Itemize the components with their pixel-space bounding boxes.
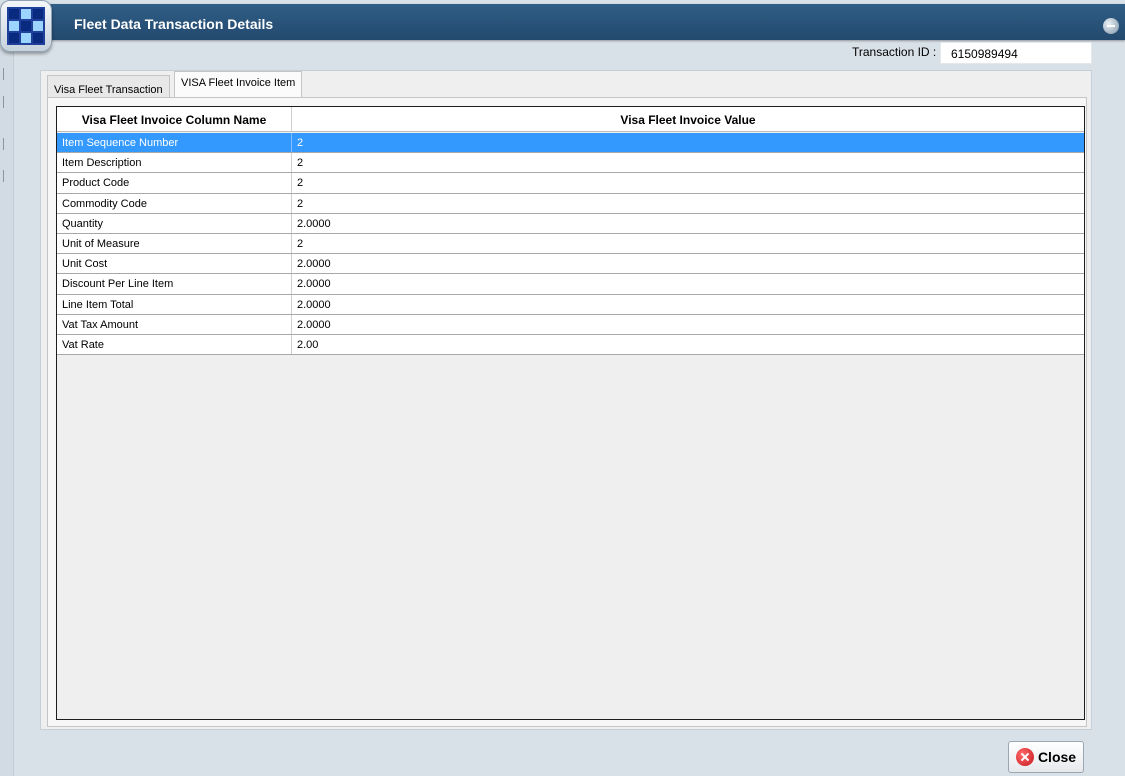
row-value-cell: 2.00 xyxy=(297,338,319,351)
row-name-cell: Product Code xyxy=(57,173,292,193)
close-button[interactable]: Close xyxy=(1008,741,1084,773)
row-value-cell: 2.0000 xyxy=(297,278,331,291)
table-row[interactable]: Item Sequence Number 2 xyxy=(57,133,1084,154)
row-name-cell: Quantity xyxy=(57,213,292,233)
details-panel: Visa Fleet Transaction VISA Fleet Invoic… xyxy=(40,70,1092,730)
row-value-cell: 2.0000 xyxy=(297,258,331,271)
column-header-value[interactable]: Visa Fleet Invoice Value xyxy=(292,107,1084,131)
invoice-grid[interactable]: Visa Fleet Invoice Column Name Visa Flee… xyxy=(56,106,1085,720)
row-name-cell: Discount Per Line Item xyxy=(57,274,292,294)
grid-rows: Item Sequence Number 2 Item Description … xyxy=(57,133,1084,356)
minimize-icon[interactable] xyxy=(1103,18,1119,34)
table-row[interactable]: Unit Cost 2.0000 xyxy=(57,254,1084,275)
table-row[interactable]: Product Code 2 xyxy=(57,173,1084,194)
row-name-cell: Vat Tax Amount xyxy=(57,314,292,334)
row-value-cell: 2 xyxy=(297,137,304,149)
fleet-data-window: Fleet Data Transaction Details Transacti… xyxy=(0,0,1125,776)
row-name-cell: Vat Rate xyxy=(57,334,292,355)
close-circle-icon xyxy=(1015,748,1034,766)
row-value-cell: 2 xyxy=(297,237,304,250)
close-button-label: Close xyxy=(1037,749,1077,765)
row-name-cell: Unit of Measure xyxy=(57,233,292,254)
row-value-cell: 2 xyxy=(297,177,304,190)
table-row[interactable]: Line Item Total 2.0000 xyxy=(57,294,1084,315)
left-edge-strip xyxy=(0,40,14,776)
transaction-id-label: Transaction ID : xyxy=(852,45,937,59)
row-value-cell: 2.0000 xyxy=(297,318,331,331)
column-header-name[interactable]: Visa Fleet Invoice Column Name xyxy=(57,107,292,131)
window-title: Fleet Data Transaction Details xyxy=(74,16,274,32)
transaction-id-field[interactable]: 6150989494 xyxy=(940,42,1092,64)
grid-header: Visa Fleet Invoice Column Name Visa Flee… xyxy=(57,107,1084,132)
row-name-cell: Commodity Code xyxy=(57,193,292,213)
table-row[interactable]: Item Description 2 xyxy=(57,153,1084,174)
tab-content: Visa Fleet Invoice Column Name Visa Flee… xyxy=(47,97,1087,727)
row-name-cell: Line Item Total xyxy=(57,294,292,314)
table-row[interactable]: Commodity Code 2 xyxy=(57,193,1084,214)
tab-visa-fleet-transaction[interactable]: Visa Fleet Transaction xyxy=(47,75,170,97)
row-value-cell: 2.0000 xyxy=(297,217,331,230)
tab-visa-fleet-invoice-item[interactable]: VISA Fleet Invoice Item xyxy=(174,71,303,97)
table-row[interactable]: Vat Rate 2.00 xyxy=(57,334,1084,356)
row-name-cell: Item Description xyxy=(57,153,292,173)
row-value-cell: 2.0000 xyxy=(297,298,331,311)
title-bar[interactable]: Fleet Data Transaction Details xyxy=(40,4,1125,40)
app-grid-logo-icon xyxy=(0,0,52,52)
table-row[interactable]: Discount Per Line Item 2.0000 xyxy=(57,274,1084,295)
row-name-cell: Item Sequence Number xyxy=(57,133,292,153)
table-row[interactable]: Vat Tax Amount 2.0000 xyxy=(57,314,1084,335)
row-value-cell: 2 xyxy=(297,157,304,170)
row-name-cell: Unit Cost xyxy=(57,254,292,274)
row-value-cell: 2 xyxy=(297,197,304,210)
table-row[interactable]: Unit of Measure 2 xyxy=(57,233,1084,255)
table-row[interactable]: Quantity 2.0000 xyxy=(57,213,1084,234)
